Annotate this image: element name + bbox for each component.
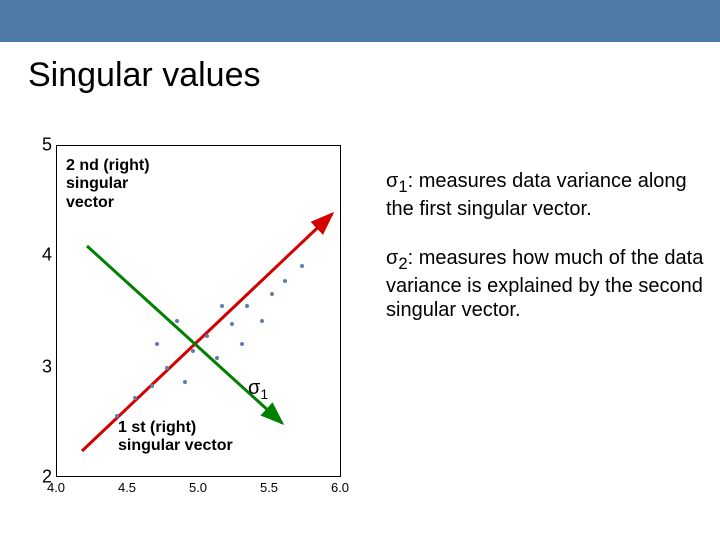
sigma-subscript: 1 bbox=[398, 177, 407, 196]
sigma-symbol: σ bbox=[386, 247, 398, 269]
x-tick: 5.5 bbox=[260, 480, 278, 495]
y-tick: 3 bbox=[22, 357, 52, 378]
sigma-subscript: 1 bbox=[260, 386, 268, 402]
sigma-symbol: σ bbox=[386, 170, 398, 192]
sigma-symbol: σ bbox=[248, 377, 260, 399]
first-singular-vector-arrow bbox=[82, 214, 332, 451]
sigma2-paragraph: σ2: measures how much of the data varian… bbox=[386, 246, 706, 323]
sigma1-label: σ1 bbox=[248, 377, 268, 402]
annotation-1st-vector-text: 1 st (right) singular vector bbox=[118, 419, 233, 454]
annotation-2nd-vector: 2 nd (right) singular vector bbox=[66, 157, 150, 212]
top-band bbox=[0, 0, 720, 42]
y-tick: 5 bbox=[22, 135, 52, 156]
explanation-text: σ1: measures data variance along the fir… bbox=[386, 169, 706, 323]
plot: 5 4 3 2 4.0 4.5 5.0 5.5 6.0 2 nd (right)… bbox=[18, 135, 368, 495]
slide-title: Singular values bbox=[0, 42, 720, 95]
annotation-2nd-vector-text: 2 nd (right) singular vector bbox=[66, 157, 150, 211]
x-tick: 6.0 bbox=[331, 480, 349, 495]
annotation-1st-vector: 1 st (right) singular vector bbox=[118, 419, 233, 456]
sigma-subscript: 2 bbox=[398, 254, 407, 273]
x-tick: 4.0 bbox=[47, 480, 65, 495]
y-tick: 4 bbox=[22, 245, 52, 266]
sigma2-desc: : measures how much of the data variance… bbox=[386, 247, 703, 322]
x-tick: 5.0 bbox=[189, 480, 207, 495]
sigma1-paragraph: σ1: measures data variance along the fir… bbox=[386, 169, 706, 222]
sigma1-desc: : measures data variance along the first… bbox=[386, 170, 687, 220]
x-tick: 4.5 bbox=[118, 480, 136, 495]
